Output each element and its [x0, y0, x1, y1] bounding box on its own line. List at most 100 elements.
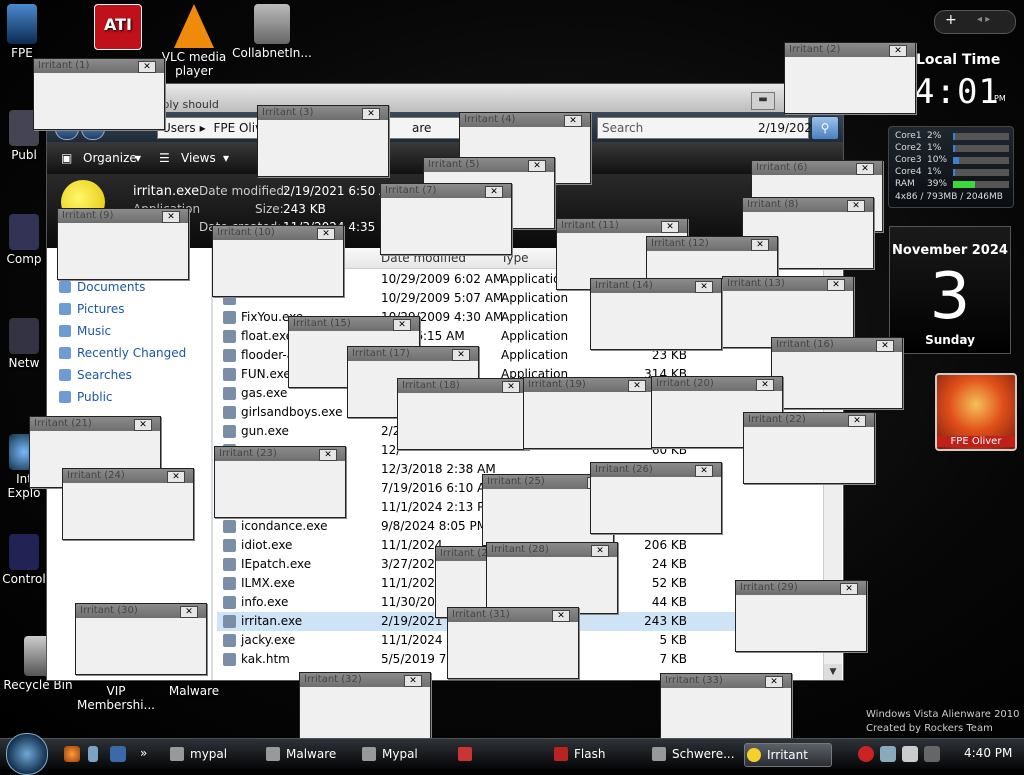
close-icon[interactable]: ✕: [695, 281, 713, 293]
taskbar-item-mypal[interactable]: mypal: [168, 743, 274, 765]
close-icon[interactable]: ✕: [765, 676, 783, 688]
irritant-popup[interactable]: Irritant (2) ✕: [784, 42, 916, 114]
popup-title-bar[interactable]: Irritant (30) ✕: [76, 604, 206, 618]
more-quick-launch-icon[interactable]: »: [140, 746, 156, 762]
close-icon[interactable]: ✕: [889, 45, 907, 57]
close-icon[interactable]: ✕: [876, 340, 894, 352]
popup-title-bar[interactable]: Irritant (7) ✕: [381, 184, 511, 198]
desktop-icon-computer[interactable]: Comp: [0, 214, 48, 266]
tray-icon[interactable]: [924, 746, 940, 762]
minimize-button[interactable]: ▬: [751, 92, 775, 110]
popup-title-bar[interactable]: Irritant (19) ✕: [524, 378, 654, 392]
taskbar-item-flash[interactable]: Flash: [552, 743, 660, 765]
popup-title-bar[interactable]: Irritant (18) ✕: [398, 379, 528, 393]
popup-title-bar[interactable]: Irritant (32) ✕: [300, 673, 430, 687]
close-icon[interactable]: ✕: [167, 471, 185, 483]
close-icon[interactable]: ✕: [485, 186, 503, 198]
desktop-icon-malware[interactable]: Malware: [156, 684, 232, 698]
firefox-icon[interactable]: [64, 746, 80, 762]
close-icon[interactable]: ✕: [840, 583, 858, 595]
popup-title-bar[interactable]: Irritant (33) ✕: [661, 674, 791, 688]
irritant-popup[interactable]: Irritant (14) ✕: [590, 278, 722, 350]
desktop-icon-ati[interactable]: ATI: [78, 4, 158, 52]
irritant-popup[interactable]: Irritant (10) ✕: [212, 225, 344, 297]
popup-title-bar[interactable]: Irritant (29) ✕: [736, 581, 866, 595]
popup-title-bar[interactable]: Irritant (23) ✕: [215, 447, 345, 461]
popup-title-bar[interactable]: Irritant (10) ✕: [213, 226, 343, 240]
irritant-popup[interactable]: Irritant (22) ✕: [743, 412, 875, 484]
nav-item-music[interactable]: Music: [59, 324, 111, 338]
popup-title-bar[interactable]: Irritant (31) ✕: [448, 608, 578, 622]
popup-title-bar[interactable]: Irritant (11) ✕: [557, 219, 687, 233]
desktop-icon-vlc[interactable]: VLC media player: [154, 4, 234, 78]
popup-title-bar[interactable]: Irritant (22) ✕: [744, 413, 874, 427]
search-button[interactable]: ⚲: [811, 116, 839, 140]
taskbar-item-malware[interactable]: Malware: [264, 743, 372, 765]
close-icon[interactable]: ✕: [362, 108, 380, 120]
irritant-popup[interactable]: Irritant (3) ✕: [257, 105, 389, 177]
popup-title-bar[interactable]: Irritant (17) ✕: [348, 347, 478, 361]
close-icon[interactable]: ✕: [404, 675, 422, 687]
irritant-popup[interactable]: Irritant (19) ✕: [523, 377, 655, 449]
nav-item-documents[interactable]: Documents: [59, 280, 145, 294]
popup-title-bar[interactable]: Irritant (21) ✕: [30, 417, 160, 431]
popup-title-bar[interactable]: Irritant (13) ✕: [723, 277, 853, 291]
irritant-popup[interactable]: Irritant (9) ✕: [57, 208, 189, 280]
irritant-popup[interactable]: Irritant (31) ✕: [447, 607, 579, 679]
close-icon[interactable]: ✕: [528, 160, 546, 172]
popup-title-bar[interactable]: Irritant (9) ✕: [58, 209, 188, 223]
breadcrumb-folder[interactable]: are: [408, 118, 435, 138]
popup-title-bar[interactable]: Irritant (2) ✕: [785, 43, 915, 57]
popup-title-bar[interactable]: Irritant (14) ✕: [591, 279, 721, 293]
explorer-title-bar[interactable]: you probably should ▬: [47, 84, 843, 112]
popup-title-bar[interactable]: Irritant (15) ✕: [289, 317, 419, 331]
organize-button[interactable]: Organize: [83, 151, 137, 165]
close-icon[interactable]: ✕: [591, 545, 609, 557]
close-icon[interactable]: ✕: [317, 228, 335, 240]
start-button[interactable]: [6, 733, 48, 775]
volume-icon[interactable]: [902, 746, 918, 762]
nav-item-recently-changed[interactable]: Recently Changed: [59, 346, 186, 360]
taskbar-item-mypal-2[interactable]: Mypal: [360, 743, 468, 765]
close-icon[interactable]: ✕: [138, 61, 156, 73]
quick-launch-icon[interactable]: [88, 746, 98, 762]
irritant-popup[interactable]: Irritant (33) ✕: [660, 673, 792, 738]
close-icon[interactable]: ✕: [695, 465, 713, 477]
popup-title-bar[interactable]: Irritant (24) ✕: [63, 469, 193, 483]
close-icon[interactable]: ✕: [751, 239, 769, 251]
popup-title-bar[interactable]: Irritant (12) ✕: [647, 237, 777, 251]
nav-item-public[interactable]: Public: [59, 390, 113, 404]
close-icon[interactable]: ✕: [564, 115, 582, 127]
close-icon[interactable]: ✕: [162, 211, 180, 223]
views-button[interactable]: Views: [181, 151, 216, 165]
close-icon[interactable]: ✕: [756, 379, 774, 391]
security-alert-icon[interactable]: [858, 746, 874, 762]
close-icon[interactable]: ✕: [393, 319, 411, 331]
irritant-popup[interactable]: Irritant (32) ✕: [299, 672, 431, 738]
close-icon[interactable]: ✕: [856, 163, 874, 175]
popup-title-bar[interactable]: Irritant (28) ✕: [487, 543, 617, 557]
close-icon[interactable]: ✕: [847, 200, 865, 212]
irritant-popup[interactable]: Irritant (24) ✕: [62, 468, 194, 540]
desktop-icon-vip[interactable]: VIP Membershi...: [76, 684, 156, 712]
close-icon[interactable]: ✕: [134, 419, 152, 431]
close-icon[interactable]: ✕: [848, 415, 866, 427]
close-icon[interactable]: ✕: [552, 610, 570, 622]
irritant-popup[interactable]: Irritant (26) ✕: [590, 462, 722, 534]
popup-title-bar[interactable]: Irritant (26) ✕: [591, 463, 721, 477]
taskbar-item-schwere[interactable]: Schwere...: [650, 743, 758, 765]
popup-title-bar[interactable]: Irritant (8) ✕: [743, 198, 873, 212]
irritant-popup[interactable]: Irritant (18) ✕: [397, 378, 529, 450]
close-icon[interactable]: ✕: [319, 449, 337, 461]
irritant-popup[interactable]: Irritant (1) ✕: [33, 58, 165, 130]
close-icon[interactable]: ✕: [661, 221, 679, 233]
popup-title-bar[interactable]: Irritant (4) ✕: [460, 113, 590, 127]
previous-next-icon[interactable]: ◂ ▸: [977, 14, 990, 25]
user-picture-gadget[interactable]: FPE Oliver: [935, 373, 1017, 451]
close-icon[interactable]: ✕: [827, 279, 845, 291]
nav-item-searches[interactable]: Searches: [59, 368, 132, 382]
irritant-popup[interactable]: Irritant (23) ✕: [214, 446, 346, 518]
irritant-popup[interactable]: Irritant (7) ✕: [380, 183, 512, 255]
taskbar-item-unnamed[interactable]: [456, 743, 564, 765]
desktop-icon-network[interactable]: Netw: [0, 318, 48, 370]
